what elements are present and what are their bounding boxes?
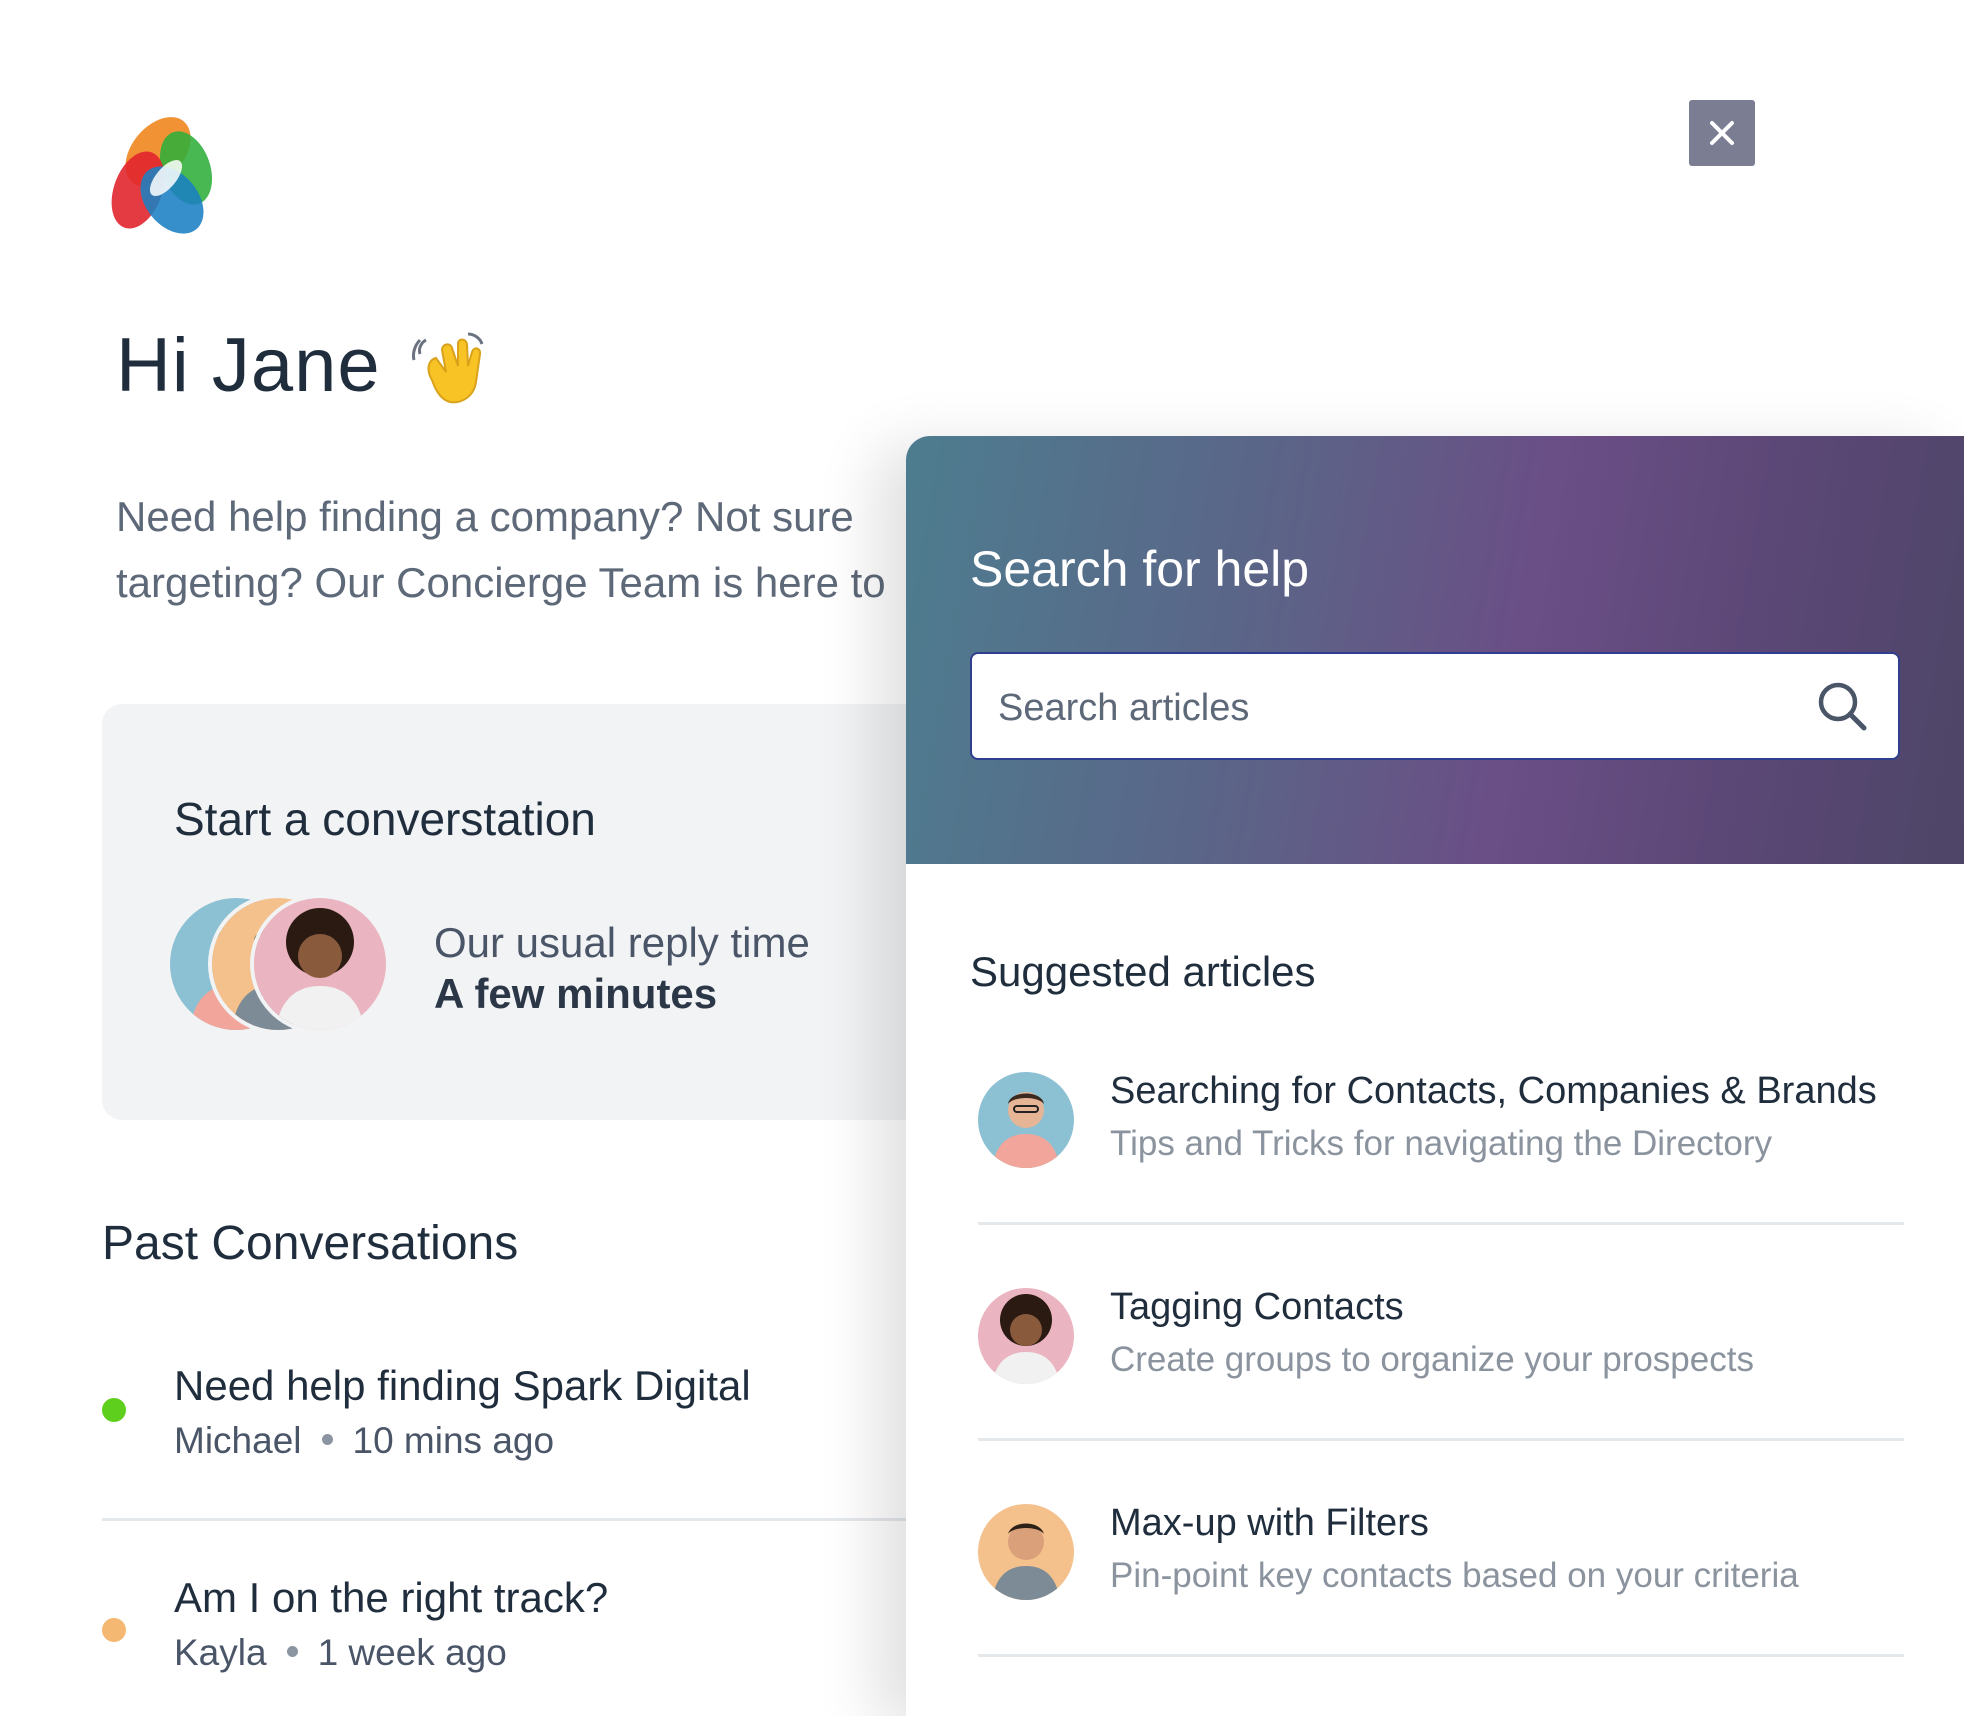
divider bbox=[102, 1518, 912, 1521]
article-avatar bbox=[978, 1072, 1074, 1168]
search-input[interactable] bbox=[996, 672, 1780, 744]
away-status-dot bbox=[102, 1618, 126, 1642]
greeting-text: Hi Jane bbox=[116, 323, 381, 408]
app-logo bbox=[100, 110, 224, 240]
conversation-item[interactable]: Need help finding Spark Digital Michael 1… bbox=[102, 1362, 922, 1472]
help-title: Search for help bbox=[970, 541, 1310, 597]
conversation-title: Need help finding Spark Digital bbox=[174, 1362, 751, 1409]
help-header: Search for help bbox=[906, 436, 1964, 864]
article-item[interactable]: Tagging Contacts Create groups to organi… bbox=[978, 1286, 1904, 1438]
intro-line-1: Need help finding a company? Not sure bbox=[116, 493, 854, 540]
search-box[interactable] bbox=[970, 652, 1900, 760]
past-conversations-title: Past Conversations bbox=[102, 1217, 519, 1270]
conversation-time: 1 week ago bbox=[317, 1632, 507, 1673]
separator-dot bbox=[321, 1433, 333, 1445]
start-conversation-card[interactable]: Start a converstation Our usual reply ti… bbox=[102, 704, 922, 1120]
article-title: Searching for Contacts, Companies & Bran… bbox=[1110, 1070, 1877, 1112]
waving-hand-icon bbox=[412, 330, 492, 410]
intro-text: Need help finding a company? Not sure ta… bbox=[116, 484, 906, 614]
article-avatar bbox=[978, 1504, 1074, 1600]
greeting-heading: Hi Jane bbox=[116, 322, 484, 409]
article-subtitle: Create groups to organize your prospects bbox=[1110, 1340, 1754, 1379]
reply-time-label: Our usual reply time bbox=[434, 919, 810, 966]
start-conversation-title: Start a converstation bbox=[174, 793, 596, 845]
article-avatar bbox=[978, 1288, 1074, 1384]
article-title: Tagging Contacts bbox=[1110, 1286, 1404, 1328]
suggested-articles-title: Suggested articles bbox=[970, 948, 1316, 995]
intro-line-2: targeting? Our Concierge Team is here to bbox=[116, 559, 886, 606]
article-item[interactable]: Max-up with Filters Pin-point key contac… bbox=[978, 1502, 1904, 1654]
article-subtitle: Tips and Tricks for navigating the Direc… bbox=[1110, 1124, 1773, 1163]
help-panel: Search for help Suggested articles Searc… bbox=[906, 436, 1964, 1716]
divider bbox=[978, 1438, 1904, 1441]
close-icon bbox=[1710, 121, 1734, 145]
reply-time: Our usual reply time A few minutes bbox=[434, 918, 810, 1020]
article-item[interactable]: Searching for Contacts, Companies & Bran… bbox=[978, 1070, 1904, 1222]
conversation-title: Am I on the right track? bbox=[174, 1574, 609, 1621]
conversation-meta: Michael 10 mins ago bbox=[174, 1420, 554, 1462]
reply-time-value: A few minutes bbox=[434, 970, 718, 1017]
avatar bbox=[250, 894, 390, 1034]
divider bbox=[978, 1222, 1904, 1225]
search-icon[interactable] bbox=[1816, 680, 1868, 732]
article-subtitle: Pin-point key contacts based on your cri… bbox=[1110, 1556, 1799, 1595]
conversation-author: Michael bbox=[174, 1420, 302, 1461]
team-avatars bbox=[166, 894, 406, 1034]
online-status-dot bbox=[102, 1398, 126, 1422]
separator-dot bbox=[286, 1645, 298, 1657]
divider bbox=[978, 1654, 1904, 1657]
close-button[interactable] bbox=[1689, 100, 1755, 166]
conversation-item[interactable]: Am I on the right track? Kayla 1 week ago bbox=[102, 1574, 922, 1684]
conversation-time: 10 mins ago bbox=[352, 1420, 555, 1461]
article-title: Max-up with Filters bbox=[1110, 1502, 1429, 1544]
conversation-meta: Kayla 1 week ago bbox=[174, 1632, 507, 1674]
conversation-author: Kayla bbox=[174, 1632, 267, 1673]
